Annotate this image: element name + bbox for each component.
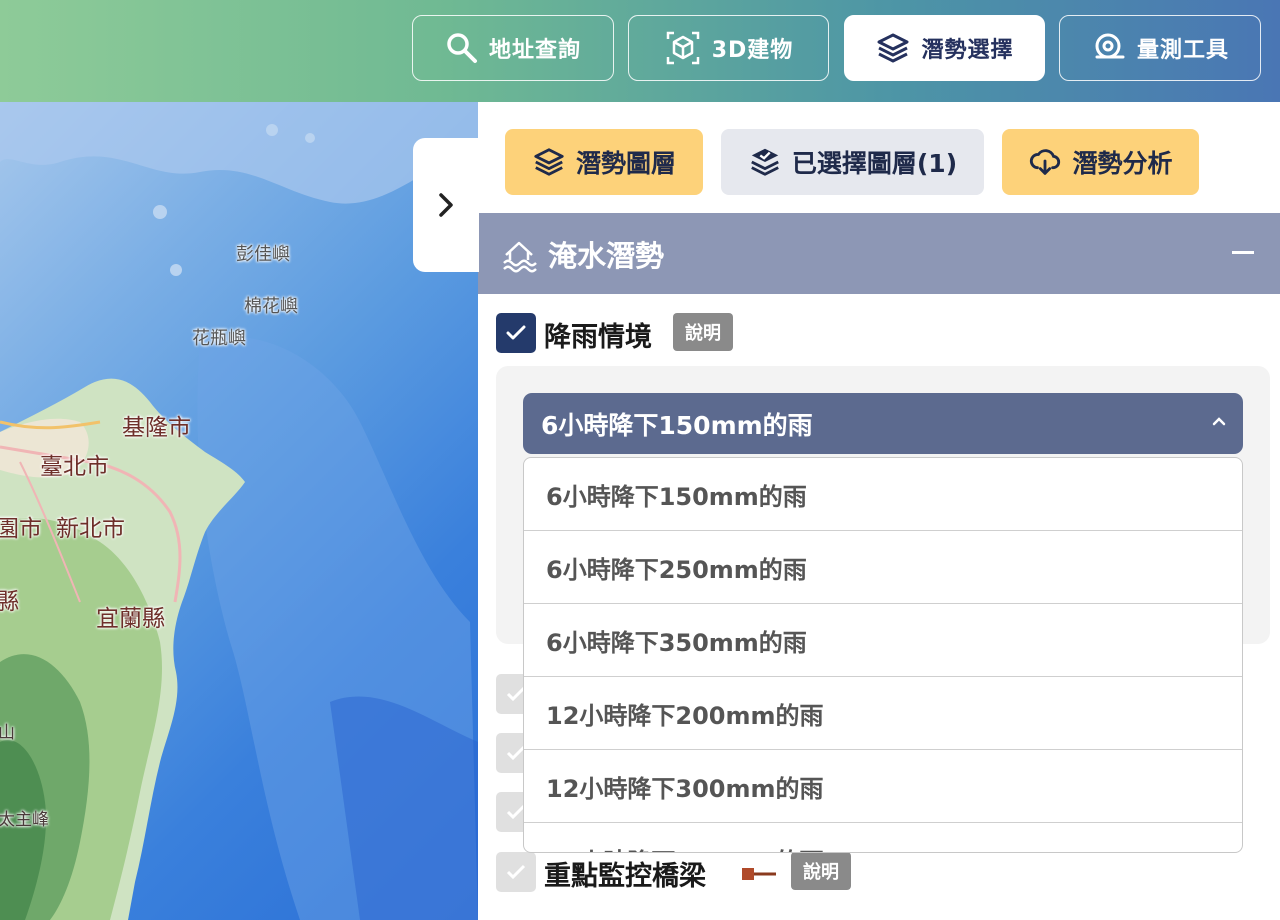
layers-icon bbox=[534, 148, 564, 176]
dropdown-option[interactable]: 6小時降下350mm的雨 bbox=[524, 604, 1242, 677]
search-icon bbox=[447, 33, 477, 63]
map-label-taoyuan: 園市 bbox=[0, 516, 42, 542]
rain-selected-value: 6小時降下150mm的雨 bbox=[541, 410, 813, 440]
collapse-icon[interactable] bbox=[1232, 251, 1254, 254]
map-label-huaping: 花瓶嶼 bbox=[192, 328, 246, 349]
bridge-icon bbox=[742, 868, 776, 880]
tab-potential-analysis-label: 潛勢分析 bbox=[1072, 149, 1173, 178]
dropdown-option[interactable]: 6小時降下150mm的雨 bbox=[524, 458, 1242, 531]
map-label-peak: 太主峰 bbox=[0, 810, 49, 830]
map-label-pengjia: 彭佳嶼 bbox=[236, 244, 290, 265]
flood-potential-header[interactable]: 淹水潛勢 bbox=[478, 213, 1280, 294]
dropdown-option[interactable]: 6小時降下250mm的雨 bbox=[524, 531, 1242, 604]
map-label-newtaipei: 新北市 bbox=[56, 516, 125, 542]
tab-potential-layers[interactable]: 潛勢圖層 bbox=[505, 129, 703, 195]
3d-building-button[interactable]: 3D建物 bbox=[628, 15, 829, 81]
dropdown-option[interactable]: 12小時降下400mm的雨 bbox=[524, 823, 1242, 853]
map-label-county: 縣 bbox=[0, 589, 19, 615]
cloud-download-icon bbox=[1030, 149, 1061, 175]
potential-select-button[interactable]: 潛勢選擇 bbox=[844, 15, 1045, 81]
bridge-label: 重點監控橋梁 bbox=[544, 861, 706, 892]
bridge-checkbox[interactable] bbox=[496, 852, 536, 892]
map-label-taipei: 臺北市 bbox=[40, 454, 109, 480]
cube-icon bbox=[666, 31, 699, 65]
rain-scenario-dropdown[interactable]: 6小時降下150mm的雨 6小時降下250mm的雨 6小時降下350mm的雨 1… bbox=[523, 457, 1243, 853]
dropdown-option[interactable]: 12小時降下200mm的雨 bbox=[524, 677, 1242, 750]
address-search-label: 地址查詢 bbox=[488, 38, 581, 63]
potential-select-label: 潛勢選擇 bbox=[921, 38, 1014, 63]
check-icon bbox=[506, 864, 526, 880]
check-icon bbox=[506, 325, 526, 340]
map-view[interactable]: 彭佳嶼 棉花嶼 花瓶嶼 基隆市 臺北市 園市 新北市 縣 宜蘭縣 山 太主峰 bbox=[0, 102, 478, 920]
3d-building-label: 3D建物 bbox=[711, 38, 794, 63]
tab-selected-layers-label: 已選擇圖層(1) bbox=[791, 149, 958, 178]
tape-measure-icon bbox=[1095, 33, 1125, 59]
map-label-yilan: 宜蘭縣 bbox=[96, 606, 165, 632]
measure-tool-button[interactable]: 量測工具 bbox=[1059, 15, 1261, 81]
rain-help-badge[interactable]: 說明 bbox=[673, 313, 733, 351]
bridge-help-badge[interactable]: 說明 bbox=[791, 852, 851, 890]
measure-tool-label: 量測工具 bbox=[1136, 38, 1229, 63]
rain-scenario-select[interactable]: 6小時降下150mm的雨 bbox=[523, 393, 1243, 454]
map-label-keelung: 基隆市 bbox=[122, 415, 191, 441]
layers-check-icon bbox=[751, 148, 779, 176]
chevron-right-icon bbox=[439, 193, 453, 217]
flood-potential-title: 淹水潛勢 bbox=[548, 238, 665, 273]
rain-scenario-checkbox[interactable] bbox=[496, 313, 536, 353]
map-label-mountain: 山 bbox=[0, 723, 15, 743]
tab-potential-layers-label: 潛勢圖層 bbox=[575, 149, 676, 178]
tab-potential-analysis[interactable]: 潛勢分析 bbox=[1002, 129, 1199, 195]
panel-toggle-button[interactable] bbox=[413, 138, 479, 272]
flood-house-icon bbox=[503, 241, 537, 272]
map-label-mianhua: 棉花嶼 bbox=[244, 296, 298, 317]
rain-scenario-label: 降雨情境 bbox=[544, 322, 652, 353]
layers-icon bbox=[877, 33, 909, 63]
dropdown-option[interactable]: 12小時降下300mm的雨 bbox=[524, 750, 1242, 823]
top-toolbar: 地址查詢 3D建物 潛勢選擇 量測工具 bbox=[0, 0, 1280, 102]
tab-selected-layers[interactable]: 已選擇圖層(1) bbox=[721, 129, 984, 195]
address-search-button[interactable]: 地址查詢 bbox=[412, 15, 614, 81]
side-panel: 潛勢圖層 已選擇圖層(1) 潛勢分析 淹水潛勢 降雨情境 說明 6小時降下150… bbox=[478, 102, 1280, 920]
chevron-up-icon bbox=[1212, 417, 1226, 426]
